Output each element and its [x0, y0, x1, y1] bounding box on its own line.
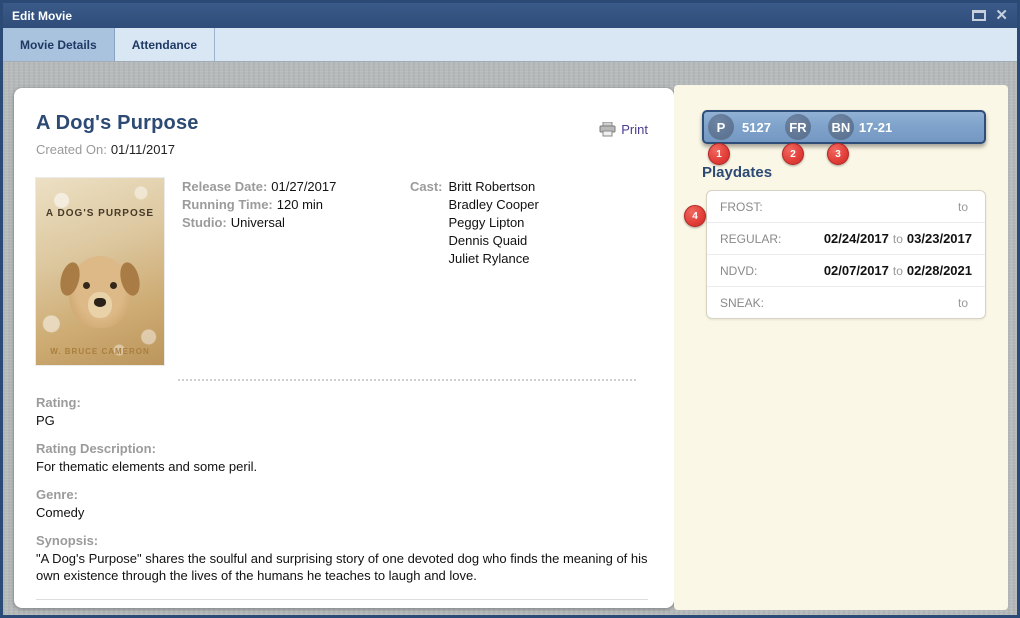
- playdate-to-word: to: [893, 264, 903, 278]
- printer-icon: [599, 122, 616, 137]
- playdate-to-word: to: [958, 296, 968, 310]
- booking-badge-circle: BN: [828, 114, 854, 140]
- card-header: A Dog's Purpose Created On: 01/11/2017 Pr…: [36, 112, 648, 157]
- playdates-side-panel: P 5127 FR BN 17-21 1 2 3 4 Playdates FRO…: [674, 85, 1008, 610]
- studio-value: Universal: [231, 215, 285, 230]
- tab-bar: Movie Details Attendance: [3, 28, 1017, 62]
- playdate-row-frost: FROST: to: [707, 191, 985, 223]
- details-row: A DOG'S PURPOSE W. BRUCE CAMERON Release…: [36, 178, 648, 365]
- print-label: Print: [621, 122, 648, 137]
- genre-value: Comedy: [36, 504, 648, 521]
- dialog-title: Edit Movie: [12, 9, 72, 23]
- playdate-to-word: to: [893, 232, 903, 246]
- edit-movie-dialog: Edit Movie ✕ Movie Details Attendance A …: [0, 0, 1020, 618]
- playdate-to: 03/23/2017: [907, 231, 972, 246]
- running-time-row: Running Time: 120 min: [182, 196, 410, 214]
- playdates-panel: FROST: to REGULAR: 02/24/2017 to 03/23/201…: [706, 190, 986, 319]
- created-on-label: Created On:: [36, 142, 107, 157]
- playdate-row-regular: REGULAR: 02/24/2017 to 03/23/2017: [707, 223, 985, 255]
- rating-label: Rating:: [36, 394, 648, 411]
- cast-member: Bradley Cooper: [449, 196, 539, 214]
- meta-sections: Rating: PG Rating Description: For thema…: [36, 394, 648, 584]
- running-time-value: 120 min: [277, 197, 323, 212]
- rating-description-label: Rating Description:: [36, 440, 648, 457]
- playdate-label: FROST:: [720, 200, 763, 214]
- release-info-column: Release Date: 01/27/2017 Running Time: 120…: [182, 178, 410, 365]
- release-date-row: Release Date: 01/27/2017: [182, 178, 410, 196]
- playdate-to-word: to: [958, 200, 968, 214]
- rating-description-section: Rating Description: For thematic element…: [36, 440, 648, 475]
- close-icon[interactable]: ✕: [995, 8, 1008, 23]
- playdate-to: 02/28/2021: [907, 263, 972, 278]
- cast-member: Juliet Rylance: [449, 250, 539, 268]
- movie-number-value: 5127: [742, 120, 771, 135]
- tab-movie-details[interactable]: Movie Details: [3, 28, 115, 61]
- print-button[interactable]: Print: [599, 122, 648, 137]
- cast-column: Cast: Britt Robertson Bradley Cooper Peg…: [410, 178, 539, 365]
- playdate-row-sneak: SNEAK: to: [707, 287, 985, 318]
- playdate-from: 02/07/2017: [824, 263, 889, 278]
- window-controls: ✕: [972, 8, 1008, 23]
- dialog-titlebar: Edit Movie ✕: [3, 3, 1017, 28]
- playdate-label: NDVD:: [720, 264, 757, 278]
- rating-badge-circle: P: [708, 114, 734, 140]
- playdate-dates: 02/07/2017 to 02/28/2021: [824, 263, 972, 278]
- release-date-label: Release Date:: [182, 179, 267, 194]
- synopsis-value: "A Dog's Purpose" shares the soulful and…: [36, 550, 648, 584]
- synopsis-label: Synopsis:: [36, 532, 648, 549]
- studio-row: Studio: Universal: [182, 214, 410, 232]
- dialog-content: A Dog's Purpose Created On: 01/11/2017 Pr…: [3, 62, 1017, 615]
- synopsis-section: Synopsis: "A Dog's Purpose" shares the s…: [36, 532, 648, 584]
- cast-member: Peggy Lipton: [449, 214, 539, 232]
- studio-label: Studio:: [182, 215, 227, 230]
- movie-badge-bar: P 5127 FR BN 17-21: [702, 110, 986, 144]
- running-time-label: Running Time:: [182, 197, 273, 212]
- poster-author-text: W. BRUCE CAMERON: [36, 347, 164, 356]
- cast-label: Cast:: [410, 178, 443, 365]
- dog-face-illustration: [69, 256, 131, 328]
- genre-label: Genre:: [36, 486, 648, 503]
- official-use-footer: For Official Use Only: [36, 600, 648, 608]
- rating-value: PG: [36, 412, 648, 429]
- tab-attendance[interactable]: Attendance: [115, 28, 215, 61]
- playdate-label: SNEAK:: [720, 296, 764, 310]
- poster-title-text: A DOG'S PURPOSE: [36, 208, 164, 219]
- cast-member: Britt Robertson: [449, 178, 539, 196]
- movie-title: A Dog's Purpose: [36, 112, 199, 135]
- movie-poster: A DOG'S PURPOSE W. BRUCE CAMERON: [36, 178, 164, 365]
- rating-section: Rating: PG: [36, 394, 648, 429]
- booking-range-value: 17-21: [859, 120, 892, 135]
- dotted-separator: [178, 379, 636, 381]
- cast-member: Dennis Quaid: [449, 232, 539, 250]
- created-on-line: Created On: 01/11/2017: [36, 142, 199, 157]
- annotation-marker-3: 3: [827, 143, 849, 165]
- movie-details-card: A Dog's Purpose Created On: 01/11/2017 Pr…: [14, 88, 674, 608]
- playdate-dates: 02/24/2017 to 03/23/2017: [824, 231, 972, 246]
- annotation-marker-1: 1: [708, 143, 730, 165]
- format-badge-circle: FR: [785, 114, 811, 140]
- created-on-value: 01/11/2017: [111, 142, 175, 157]
- annotation-marker-2: 2: [782, 143, 804, 165]
- annotation-marker-4: 4: [684, 205, 706, 227]
- rating-description-value: For thematic elements and some peril.: [36, 458, 648, 475]
- genre-section: Genre: Comedy: [36, 486, 648, 521]
- playdate-row-ndvd: NDVD: 02/07/2017 to 02/28/2021: [707, 255, 985, 287]
- title-block: A Dog's Purpose Created On: 01/11/2017: [36, 112, 199, 157]
- playdate-from: 02/24/2017: [824, 231, 889, 246]
- release-date-value: 01/27/2017: [271, 179, 336, 194]
- playdate-label: REGULAR:: [720, 232, 781, 246]
- playdates-heading: Playdates: [702, 164, 1008, 181]
- maximize-icon[interactable]: [972, 10, 986, 21]
- cast-names: Britt Robertson Bradley Cooper Peggy Lip…: [449, 178, 539, 365]
- playdate-dates: to: [954, 199, 972, 214]
- playdate-dates: to: [954, 295, 972, 310]
